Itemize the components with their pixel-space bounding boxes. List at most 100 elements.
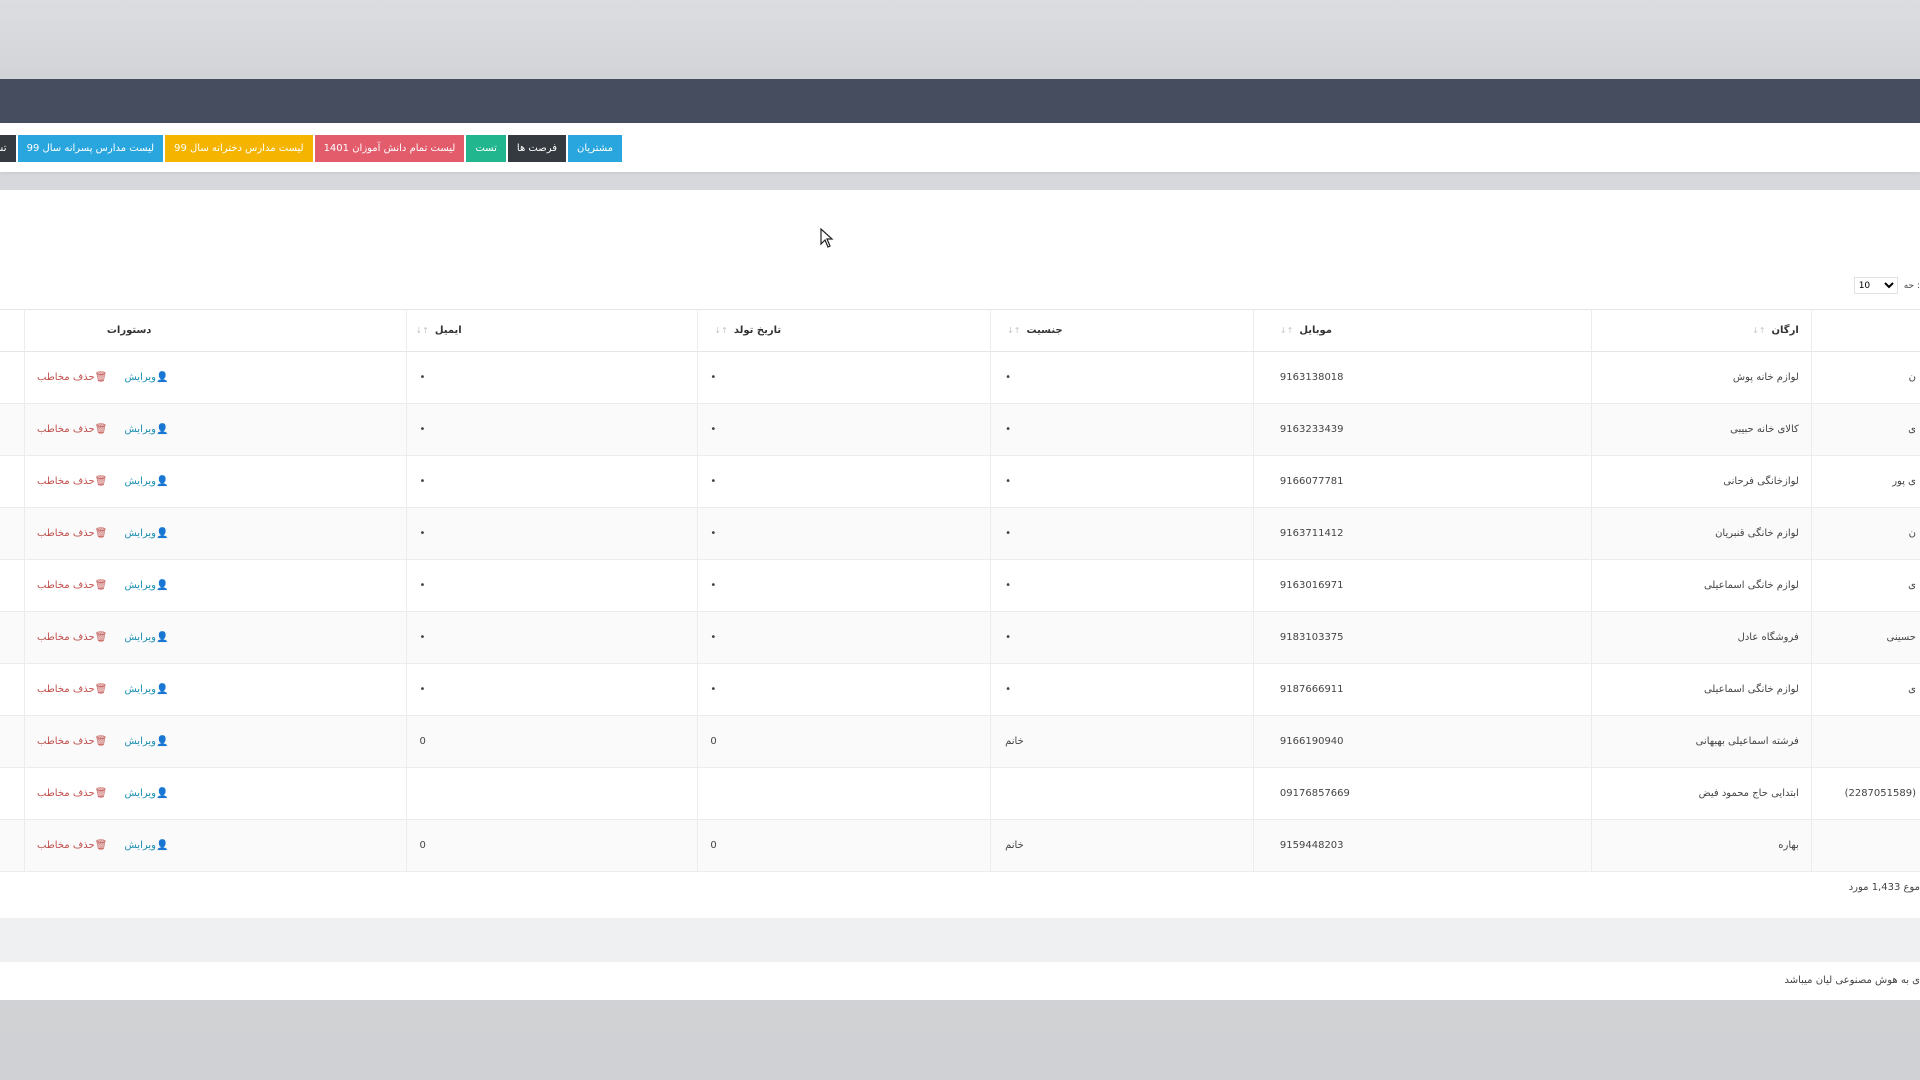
edit-button[interactable]: 👤ویرایش [125,424,169,435]
trash-icon: 🗑 [94,424,108,435]
column-header-organ[interactable]: ارگان↑↓ [1590,309,1812,352]
cell-commands: 👤ویرایش 🗑حذف مخاطب [24,663,407,716]
top-navbar [0,79,1920,123]
table-row: حسینی فروشگاه عادل 9183103375 • • • 👤ویر… [0,611,1920,664]
cell-gender: • [990,507,1254,560]
column-header-email[interactable]: ایمیل↑↓ [406,309,698,352]
delete-contact-button[interactable]: 🗑حذف مخاطب [37,580,107,591]
cell-organ: ابتدایی حاج محمود فیض [1590,767,1812,820]
table-row: ی پور لوازخانگی فرحانی 9166077781 • • • … [0,455,1920,508]
trash-icon: 🗑 [94,528,108,539]
cell-birthdate: • [697,611,991,664]
delete-contact-button[interactable]: 🗑حذف مخاطب [37,840,107,851]
user-edit-icon: 👤 [155,632,169,643]
cell-email [406,767,698,820]
cell-organ: فرشته اسماعیلی بهبهانی [1590,715,1812,768]
cell-mobile: 09176857669 [1252,767,1592,820]
edit-button[interactable]: 👤ویرایش [125,476,169,487]
cell-commands: 👤ویرایش 🗑حذف مخاطب [24,559,407,612]
edit-button[interactable]: 👤ویرایش [125,632,169,643]
column-header-birthdate[interactable]: تاریخ تولد↑↓ [697,309,991,352]
cell-organ: لوازخانگی فرحانی [1590,455,1812,508]
cell-organ: کالای خانه حبیبی [1590,403,1812,456]
cell-gender: خانم [990,819,1254,872]
cell-name [1810,819,1920,872]
quick-button-2[interactable]: تست [466,135,506,162]
cell-commands: 👤ویرایش 🗑حذف مخاطب [24,403,407,456]
cell-birthdate [697,767,991,820]
cell-commands: 👤ویرایش 🗑حذف مخاطب [24,351,407,404]
footer-copyright: ی به هوش مصنوعی لیان میباشد [1784,975,1920,986]
user-edit-icon: 👤 [155,424,169,435]
total-count-text: موع 1,433 مورد [1848,882,1920,893]
quick-filter-bar: مشتریان فرصت ها تست لیست تمام دانش آموزان 1… [0,123,1920,172]
table-row: (2287051589) ابتدایی حاج محمود فیض 09176… [0,767,1920,820]
cell-birthdate: 0 [697,715,991,768]
cell-gender: • [990,559,1254,612]
edit-button[interactable]: 👤ویرایش [125,372,169,383]
quick-button-0[interactable]: مشتریان [568,135,622,162]
cell-birthdate: • [697,351,991,404]
quick-filter-buttons: مشتریان فرصت ها تست لیست تمام دانش آموزان 1… [0,135,622,162]
quick-button-5[interactable]: لیست مدارس پسرانه سال 99 [17,135,164,162]
delete-contact-button[interactable]: 🗑حذف مخاطب [37,788,107,799]
quick-button-3[interactable]: لیست تمام دانش آموزان 1401 [314,135,465,162]
edit-button[interactable]: 👤ویرایش [125,840,169,851]
delete-contact-button[interactable]: 🗑حذف مخاطب [37,476,107,487]
delete-contact-button[interactable]: 🗑حذف مخاطب [37,736,107,747]
sort-icon: ↑↓ [714,326,728,335]
sort-icon: ↑↓ [1752,326,1766,335]
delete-contact-button[interactable]: 🗑حذف مخاطب [37,684,107,695]
cell-mobile: 9163016971 [1252,559,1592,612]
cell-mobile: 9187666911 [1252,663,1592,716]
cell-email: • [406,611,698,664]
quick-button-6[interactable]: تست 2 [0,135,16,162]
quick-button-4[interactable]: لیست مدارس دخترانه سال 99 [165,135,313,162]
edit-button[interactable]: 👤ویرایش [125,684,169,695]
cell-name: ی پور [1810,455,1920,508]
cell-mobile: 9163138018 [1252,351,1592,404]
cell-name: ی [1810,663,1920,716]
cell-email: 0 [406,715,698,768]
cell-email: 0 [406,819,698,872]
delete-contact-button[interactable]: 🗑حذف مخاطب [37,424,107,435]
pagination-strip [0,918,1920,962]
sort-icon: ↑↓ [415,326,429,335]
cell-organ: لوازم خانه پوش [1590,351,1812,404]
cell-name: ی [1810,559,1920,612]
page-size-select[interactable]: 10 [1853,277,1898,294]
cell-gender: • [990,663,1254,716]
cell-name: ن [1810,507,1920,560]
edit-button[interactable]: 👤ویرایش [125,528,169,539]
edit-button[interactable]: 👤ویرایش [125,580,169,591]
cell-name: حسینی [1810,611,1920,664]
cell-email: • [406,351,698,404]
cell-gender [990,767,1254,820]
cell-birthdate: • [697,663,991,716]
quick-button-1[interactable]: فرصت ها [507,135,566,162]
column-header-gender[interactable]: جنسیت↑↓ [990,309,1254,352]
table-row: ن لوازم خانگی قنبریان 9163711412 • • • 👤… [0,507,1920,560]
trash-icon: 🗑 [94,840,108,851]
cell-name: ن [1810,351,1920,404]
edit-button[interactable]: 👤ویرایش [125,736,169,747]
user-edit-icon: 👤 [155,372,169,383]
cell-birthdate: • [697,455,991,508]
delete-contact-button[interactable]: 🗑حذف مخاطب [37,632,107,643]
cell-birthdate: • [697,507,991,560]
cell-organ: لوازم خانگی قنبریان [1590,507,1812,560]
delete-contact-button[interactable]: 🗑حذف مخاطب [37,528,107,539]
main-content: 10 حه : ارگان↑↓ موبایل↑↓ جنسیت↑↓ تاریخ ت… [0,190,1920,1000]
cell-email: • [406,663,698,716]
column-header-mobile[interactable]: موبایل↑↓ [1252,309,1592,352]
delete-contact-button[interactable]: 🗑حذف مخاطب [37,372,107,383]
cell-commands: 👤ویرایش 🗑حذف مخاطب [24,767,407,820]
cell-email: • [406,403,698,456]
browser-top-area [0,0,1920,79]
contacts-table: ارگان↑↓ موبایل↑↓ جنسیت↑↓ تاریخ تولد↑↓ ای… [0,309,1920,872]
column-header-name[interactable] [1810,309,1920,352]
trash-icon: 🗑 [94,684,108,695]
cell-organ: بهاره [1590,819,1812,872]
cell-gender: خانم [990,715,1254,768]
edit-button[interactable]: 👤ویرایش [125,788,169,799]
